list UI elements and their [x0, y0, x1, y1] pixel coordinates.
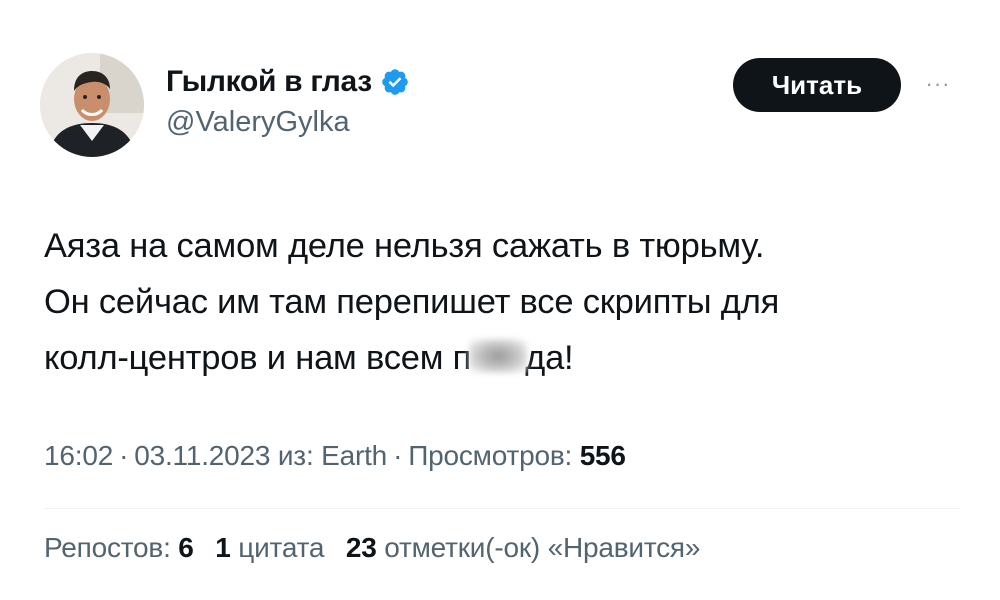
- censor-blur: [469, 339, 528, 373]
- author-handle[interactable]: @ValeryGylka: [166, 106, 410, 139]
- tweet-date[interactable]: 03.11.2023: [134, 440, 270, 471]
- avatar[interactable]: [40, 53, 144, 157]
- display-name-row: Гылкой в глаз: [166, 60, 410, 104]
- tweet-text-line: колл-центров и нам всем п да!: [44, 330, 964, 386]
- tweet-text-fragment: да!: [525, 339, 574, 377]
- likes-label: отметки(-ок) «Нравится»: [384, 532, 701, 563]
- source-prefix: из:: [277, 440, 314, 471]
- separator: ·: [119, 440, 129, 471]
- tweet-meta: 16:02 · 03.11.2023 из: Earth · Просмотров: 5…: [44, 440, 626, 472]
- reposts-label: Репостов:: [44, 532, 171, 563]
- tweet-text-line: Аяза на самом деле нельзя сажать в тюрьм…: [44, 227, 765, 265]
- tweet-source: Earth: [321, 440, 388, 471]
- avatar-photo: [40, 53, 144, 157]
- quotes-label: цитата: [238, 532, 325, 563]
- tweet-time[interactable]: 16:02: [44, 440, 113, 471]
- quotes-count: 1: [215, 532, 231, 563]
- quotes-stat[interactable]: 1 цитата: [215, 532, 324, 564]
- tweet-text-line: Он сейчас им там перепишет все скрипты д…: [44, 283, 780, 321]
- verified-badge-icon[interactable]: [380, 67, 410, 97]
- tweet-card: Гылкой в глаз @ValeryGylka Читать ··· Ая…: [0, 0, 1000, 600]
- likes-stat[interactable]: 23 отметки(-ок) «Нравится»: [345, 532, 701, 564]
- author-block: Гылкой в глаз @ValeryGylka: [166, 60, 410, 139]
- follow-button[interactable]: Читать: [733, 58, 901, 112]
- tweet-text-fragment: колл-центров и нам всем п: [44, 339, 472, 377]
- more-options-button[interactable]: ···: [918, 64, 958, 104]
- divider: [44, 508, 960, 509]
- tweet-text: Аяза на самом деле нельзя сажать в тюрьм…: [44, 218, 964, 386]
- reposts-count: 6: [178, 532, 194, 563]
- views-label: Просмотров:: [408, 440, 573, 471]
- likes-count: 23: [345, 532, 377, 563]
- engagement-stats: Репостов: 6 1 цитата 23 отметки(-ок) «Нр…: [44, 532, 714, 564]
- reposts-stat[interactable]: Репостов: 6: [44, 532, 194, 564]
- display-name[interactable]: Гылкой в глаз: [166, 65, 372, 99]
- views-count[interactable]: 556: [580, 440, 626, 471]
- separator: ·: [393, 440, 403, 471]
- more-horizontal-icon: ···: [925, 71, 951, 96]
